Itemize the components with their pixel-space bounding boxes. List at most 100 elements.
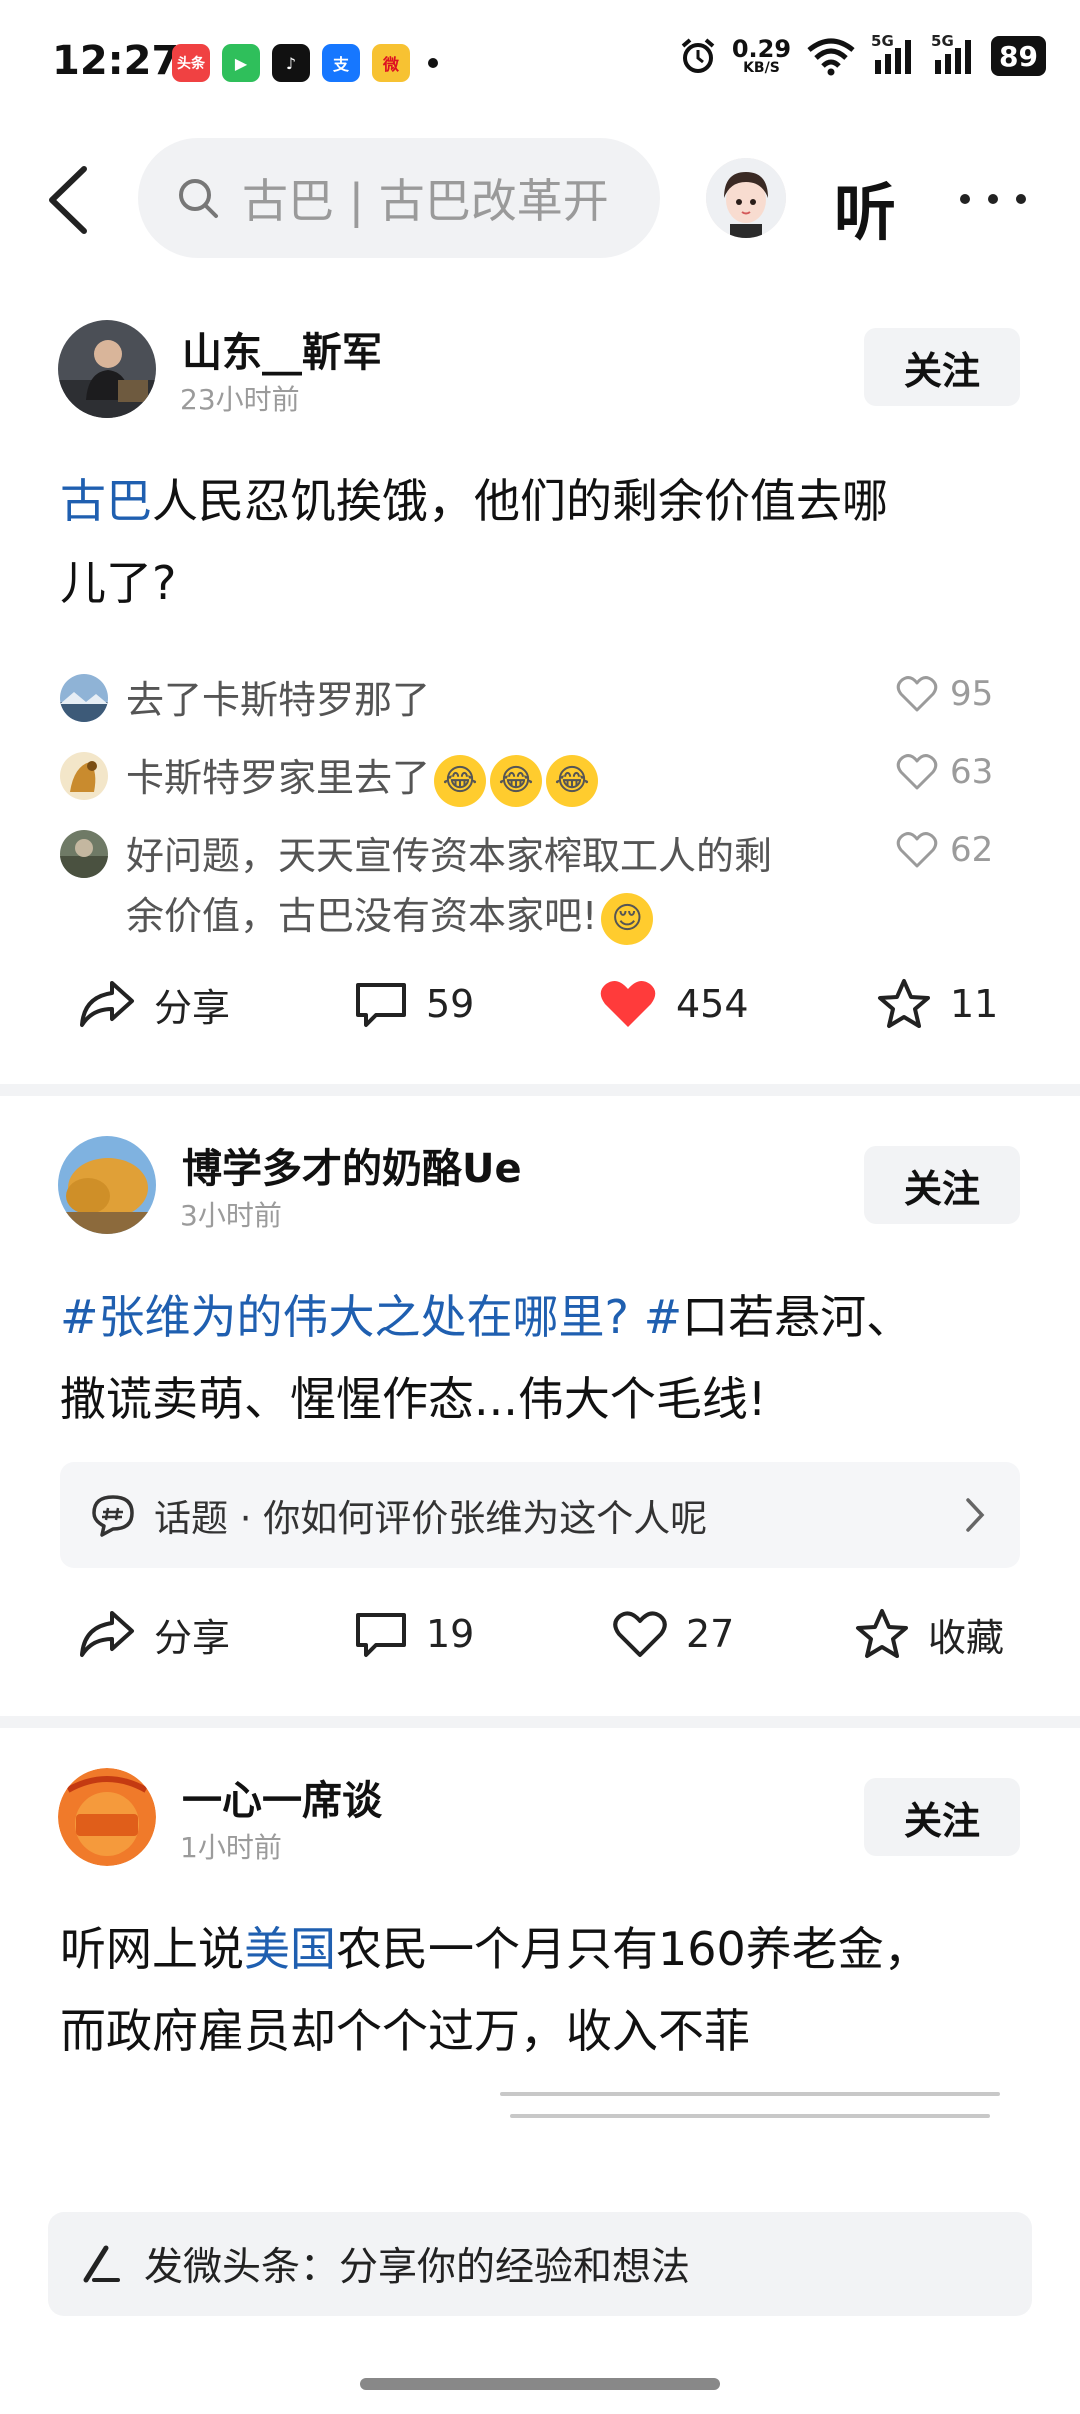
- comment-button[interactable]: 59: [354, 964, 474, 1044]
- net-speed: 0.29 KB/S: [732, 37, 791, 75]
- notification-icons: 头条 ▶ ♪ 支 微: [172, 44, 438, 82]
- comment-like-button[interactable]: 62: [896, 830, 993, 870]
- comment-text-line1: 好问题，天天宣传资本家榨取工人的剩: [126, 834, 773, 878]
- comment-item[interactable]: 好问题，天天宣传资本家榨取工人的剩 余价值，古巴没有资本家吧! 😌 62: [60, 826, 1020, 950]
- status-right: 0.29 KB/S 5G 5G 89: [678, 32, 1046, 76]
- image-text-line: [510, 2114, 990, 2118]
- heart-outline-icon: [613, 1611, 667, 1657]
- avatar-photo-icon: [60, 674, 108, 722]
- post-card[interactable]: 博学多才的奶酪Ue 3小时前 关注 #张维为的伟大之处在哪里? #口若悬河、 撒…: [0, 1126, 1080, 1716]
- favorite-button[interactable]: 11: [876, 964, 998, 1044]
- author-name[interactable]: 一心一席谈: [182, 1768, 382, 1826]
- signal-5g-1: 5G: [871, 32, 917, 76]
- like-button[interactable]: 454: [598, 964, 749, 1044]
- search-bar[interactable]: 古巴 | 古巴改革开: [138, 138, 660, 258]
- post-text-line1: 口若悬河、: [682, 1290, 913, 1344]
- share-label: 分享: [154, 985, 231, 1030]
- topic-link[interactable]: 古巴: [60, 474, 152, 528]
- topic-card[interactable]: 话题 · 你如何评价张维为这个人呢: [60, 1462, 1020, 1568]
- post-text[interactable]: #张维为的伟大之处在哪里? #口若悬河、 撒谎卖萌、惺惺作态...伟大个毛线!: [60, 1276, 1020, 1440]
- net-speed-unit: KB/S: [743, 60, 780, 76]
- comment-text-line2: 余价值，古巴没有资本家吧!: [126, 894, 598, 938]
- toutiao-app-icon: 头条: [172, 44, 210, 82]
- comment-like-button[interactable]: 95: [896, 674, 993, 714]
- topic-link[interactable]: 美国: [244, 1922, 336, 1976]
- author-name[interactable]: 山东__靳军: [182, 320, 382, 378]
- user-avatar[interactable]: [706, 158, 786, 238]
- like-button[interactable]: 27: [612, 1594, 734, 1674]
- signal-bars-icon: [875, 40, 912, 74]
- avatar-photo-icon: [60, 752, 108, 800]
- video-app-icon: ▶: [222, 44, 260, 82]
- pen-icon: [83, 2245, 120, 2283]
- post-action-bar: 分享 59 454 11: [0, 964, 1080, 1044]
- share-button[interactable]: 分享: [78, 964, 230, 1044]
- home-indicator[interactable]: [360, 2378, 720, 2390]
- avatar-photo-icon: [60, 830, 108, 878]
- blushing-smile-emoji-icon: 😌: [601, 892, 654, 945]
- author-avatar[interactable]: [58, 320, 156, 418]
- follow-button[interactable]: 关注: [864, 1146, 1020, 1224]
- comment-icon: [356, 1613, 406, 1657]
- crying-laughing-emoji-icon: 😂: [546, 754, 599, 807]
- status-bar: 12:27 头条 ▶ ♪ 支 微 0.29 KB/S 5G 5G 89: [0, 0, 1080, 130]
- crying-laughing-emoji-icon: 😂: [434, 754, 487, 807]
- battery-indicator: 89: [991, 36, 1046, 76]
- author-avatar[interactable]: [58, 1136, 156, 1234]
- net-speed-value: 0.29: [731, 35, 792, 63]
- dot-icon: [988, 194, 998, 204]
- follow-button[interactable]: 关注: [864, 328, 1020, 406]
- commenter-avatar: [60, 752, 108, 800]
- topic-text: 话题 · 你如何评价张维为这个人呢: [154, 1497, 708, 1540]
- share-label: 分享: [154, 1615, 231, 1660]
- comment-count: 59: [426, 982, 475, 1026]
- hashtag-link[interactable]: #张维为的伟大之处在哪里? #: [60, 1290, 682, 1344]
- comment-item[interactable]: 卡斯特罗家里去了 😂 😂 😂 63: [60, 748, 1020, 808]
- comment-icon: [356, 983, 406, 1027]
- post-text[interactable]: 古巴人民忍饥挨饿，他们的剩余价值去哪 儿了?: [60, 460, 1020, 624]
- post-card[interactable]: 山东__靳军 23小时前 关注 古巴人民忍饥挨饿，他们的剩余价值去哪 儿了? 去…: [0, 310, 1080, 1080]
- comment-text: 好问题，天天宣传资本家榨取工人的剩 余价值，古巴没有资本家吧! 😌: [126, 826, 916, 946]
- post-text-line2: 而政府雇员却个个过万，收入不菲: [60, 2004, 750, 2058]
- back-arrow-icon: [49, 166, 87, 234]
- comment-like-button[interactable]: 63: [896, 752, 993, 792]
- more-options-button[interactable]: [960, 184, 1028, 214]
- avatar-photo-icon: [58, 320, 156, 418]
- compose-bar[interactable]: 发微头条：分享你的经验和想法: [48, 2212, 1032, 2316]
- post-divider: [0, 1084, 1080, 1096]
- comment-like-count: 62: [950, 830, 994, 870]
- avatar-icon: [706, 158, 786, 238]
- post-image-preview[interactable]: [60, 2084, 1020, 2204]
- post-divider: [0, 1716, 1080, 1728]
- comment-text: 去了卡斯特罗那了: [126, 678, 431, 722]
- post-text[interactable]: 听网上说美国农民一个月只有160养老金， 而政府雇员却个个过万，收入不菲: [60, 1908, 1020, 2072]
- more-notifications-dot: [428, 58, 438, 68]
- top-nav: 古巴 | 古巴改革开 听: [0, 138, 1080, 262]
- topic-chat-icon: [92, 1495, 134, 1537]
- author-name[interactable]: 博学多才的奶酪Ue: [182, 1136, 522, 1194]
- post-action-bar: 分享 19 27 收藏: [0, 1594, 1080, 1674]
- star-outline-icon: [856, 1609, 908, 1658]
- signal-5g-2: 5G: [931, 32, 977, 76]
- comment-button[interactable]: 19: [354, 1594, 474, 1674]
- author-avatar[interactable]: [58, 1768, 156, 1866]
- heart-outline-icon: [896, 676, 938, 712]
- chevron-right-icon: [966, 1498, 985, 1532]
- wifi-icon: [807, 38, 855, 76]
- share-button[interactable]: 分享: [78, 1594, 230, 1674]
- comment-like-count: 63: [950, 752, 994, 792]
- share-icon: [80, 981, 134, 1027]
- favorite-count: 11: [950, 982, 999, 1026]
- post-time: 3小时前: [180, 1199, 282, 1232]
- comment-item[interactable]: 去了卡斯特罗那了 95: [60, 670, 1020, 730]
- tiktok-app-icon: ♪: [272, 44, 310, 82]
- dot-icon: [960, 194, 970, 204]
- favorite-button[interactable]: 收藏: [854, 1594, 1004, 1674]
- avatar-photo-icon: [58, 1768, 156, 1866]
- star-outline-icon: [878, 979, 930, 1028]
- back-button[interactable]: [46, 162, 102, 238]
- comment-like-count: 95: [950, 674, 994, 714]
- follow-button[interactable]: 关注: [864, 1778, 1020, 1856]
- listen-button[interactable]: 听: [834, 162, 896, 252]
- heart-filled-icon: [600, 980, 656, 1027]
